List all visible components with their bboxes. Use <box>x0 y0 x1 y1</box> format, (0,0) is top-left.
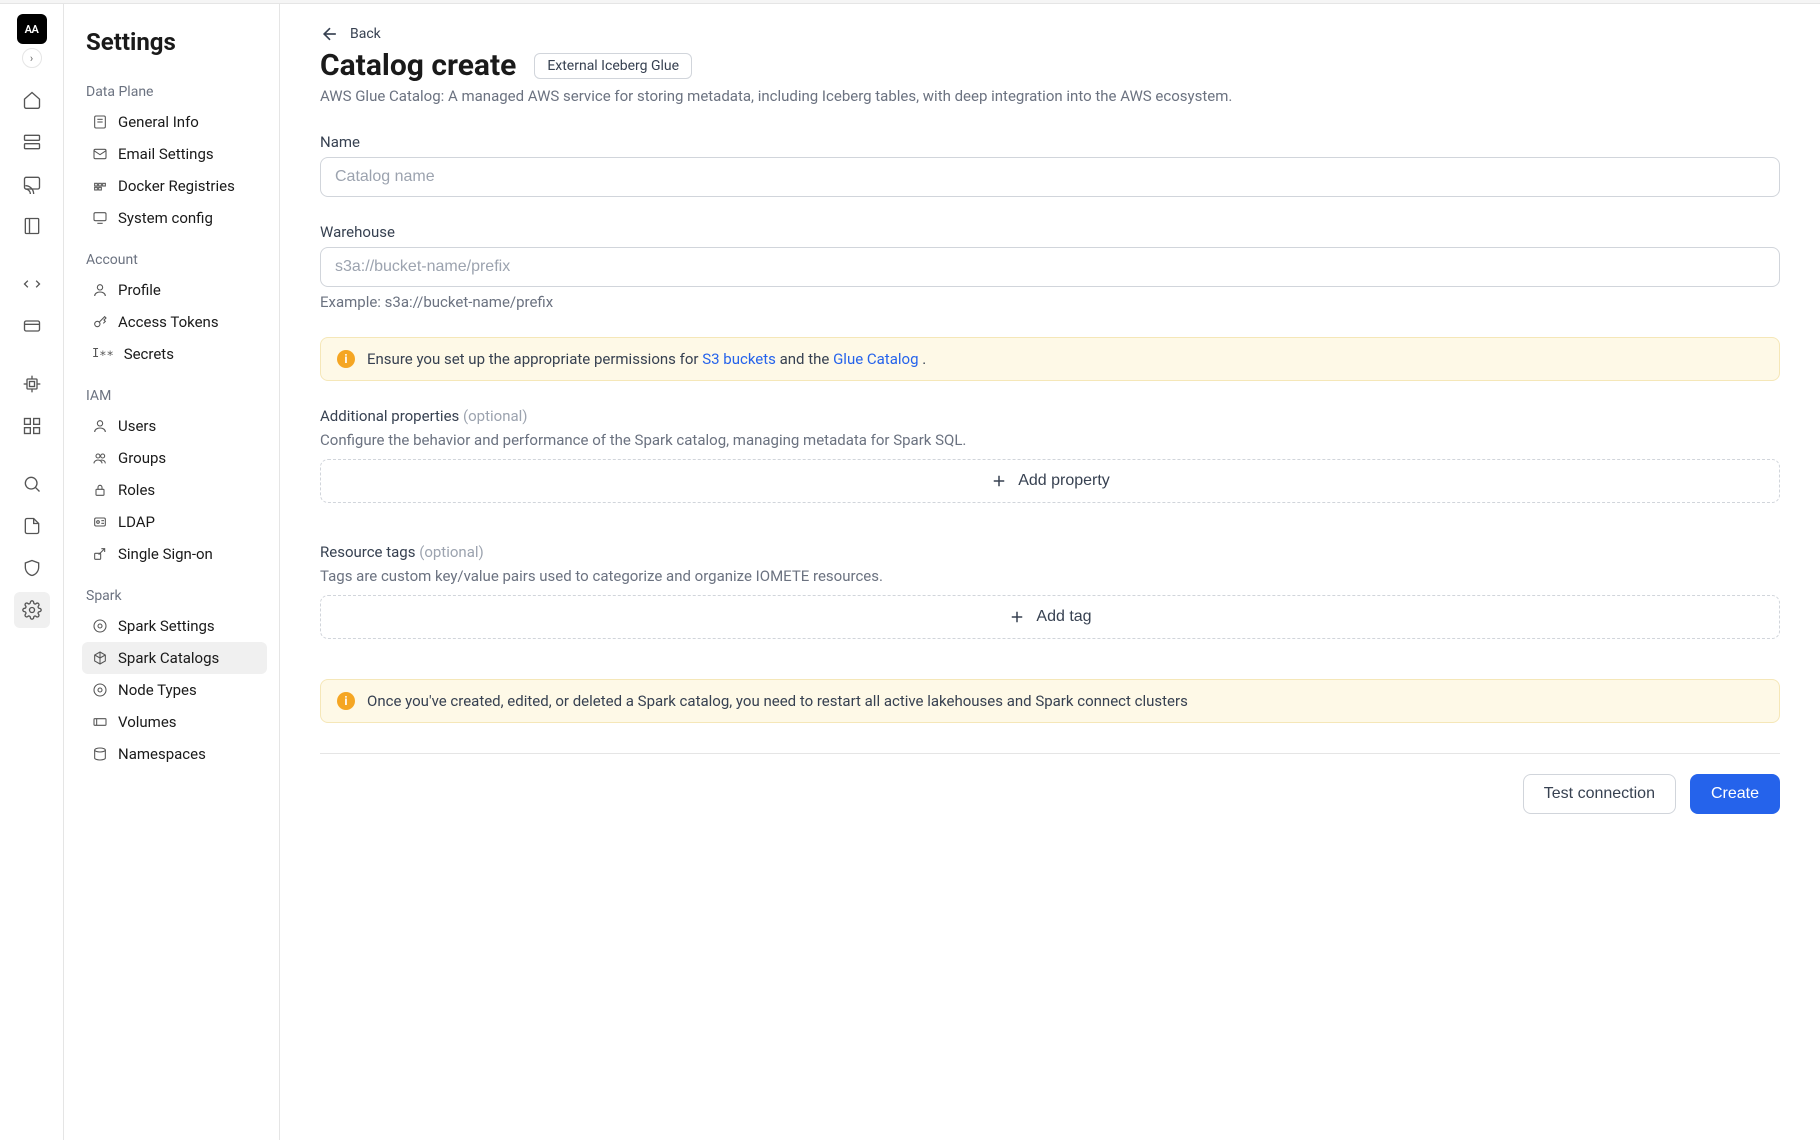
catalog-type-badge: External Iceberg Glue <box>534 53 692 79</box>
nav-label: Single Sign-on <box>118 545 213 563</box>
nav-label: Roles <box>118 481 155 499</box>
alert-text: Ensure you set up the appropriate permis… <box>367 350 926 368</box>
warehouse-input[interactable] <box>320 247 1780 287</box>
nav-label: Access Tokens <box>118 313 219 331</box>
app-logo: AA <box>17 14 47 44</box>
info-icon: i <box>337 350 355 368</box>
create-button[interactable]: Create <box>1690 774 1780 814</box>
test-connection-button[interactable]: Test connection <box>1523 774 1676 814</box>
nav-label: System config <box>118 209 213 227</box>
rail-apps-icon[interactable] <box>14 408 50 444</box>
rail-shield-icon[interactable] <box>14 550 50 586</box>
nav-profile[interactable]: Profile <box>82 274 267 306</box>
nav-groups[interactable]: Groups <box>82 442 267 474</box>
section-spark: Spark <box>86 588 267 604</box>
nav-spark-catalogs[interactable]: Spark Catalogs <box>82 642 267 674</box>
nav-label: Email Settings <box>118 145 214 163</box>
nav-general-info[interactable]: General Info <box>82 106 267 138</box>
expand-rail-button[interactable]: › <box>22 48 42 68</box>
footer-actions: Test connection Create <box>320 774 1780 814</box>
nav-label: Docker Registries <box>118 177 235 195</box>
rail-card-icon[interactable] <box>14 308 50 344</box>
nav-secrets[interactable]: I∗∗ Secrets <box>82 338 267 370</box>
tags-label: Resource tags (optional) <box>320 543 1780 561</box>
nav-label: Secrets <box>124 345 174 363</box>
nav-label: Profile <box>118 281 161 299</box>
rail-search-icon[interactable] <box>14 466 50 502</box>
link-glue-catalog[interactable]: Glue Catalog <box>833 350 918 368</box>
nav-access-tokens[interactable]: Access Tokens <box>82 306 267 338</box>
nav-label: Groups <box>118 449 166 467</box>
rail-home-icon[interactable] <box>14 82 50 118</box>
icon-rail: AA › <box>0 4 64 1140</box>
settings-title: Settings <box>82 28 267 56</box>
nav-label: Spark Settings <box>118 617 215 635</box>
plus-icon <box>1008 608 1026 626</box>
restart-alert: i Once you've created, edited, or delete… <box>320 679 1780 723</box>
section-iam: IAM <box>86 388 267 404</box>
nav-sso[interactable]: Single Sign-on <box>82 538 267 570</box>
plus-icon <box>990 472 1008 490</box>
nav-label: General Info <box>118 113 199 131</box>
back-link[interactable]: Back <box>320 24 1780 44</box>
mask-icon: I∗∗ <box>92 346 114 362</box>
nav-volumes[interactable]: Volumes <box>82 706 267 738</box>
nav-users[interactable]: Users <box>82 410 267 442</box>
nav-email-settings[interactable]: Email Settings <box>82 138 267 170</box>
rail-stack-icon[interactable] <box>14 124 50 160</box>
settings-sidebar: Settings Data Plane General Info Email S… <box>64 4 280 1140</box>
nav-ldap[interactable]: LDAP <box>82 506 267 538</box>
nav-label: Namespaces <box>118 745 206 763</box>
name-input[interactable] <box>320 157 1780 197</box>
tags-desc: Tags are custom key/value pairs used to … <box>320 567 1780 585</box>
props-desc: Configure the behavior and performance o… <box>320 431 1780 449</box>
info-icon: i <box>337 692 355 710</box>
nav-roles[interactable]: Roles <box>82 474 267 506</box>
main-content: Back Catalog create External Iceberg Glu… <box>280 4 1820 1140</box>
rail-file-icon[interactable] <box>14 508 50 544</box>
permissions-alert: i Ensure you set up the appropriate perm… <box>320 337 1780 381</box>
rail-code-icon[interactable] <box>14 266 50 302</box>
rail-settings-icon[interactable] <box>14 592 50 628</box>
nav-spark-settings[interactable]: Spark Settings <box>82 610 267 642</box>
warehouse-label: Warehouse <box>320 223 1780 241</box>
nav-label: Users <box>118 417 156 435</box>
nav-namespaces[interactable]: Namespaces <box>82 738 267 770</box>
nav-label: Node Types <box>118 681 197 699</box>
back-label: Back <box>350 26 381 42</box>
nav-label: LDAP <box>118 513 155 531</box>
nav-label: Spark Catalogs <box>118 649 219 667</box>
nav-system-config[interactable]: System config <box>82 202 267 234</box>
arrow-left-icon <box>320 24 340 44</box>
add-tag-button[interactable]: Add tag <box>320 595 1780 639</box>
add-tag-label: Add tag <box>1036 608 1091 626</box>
warehouse-help: Example: s3a://bucket-name/prefix <box>320 293 1780 311</box>
footer-divider <box>320 753 1780 754</box>
add-property-label: Add property <box>1018 472 1110 490</box>
name-label: Name <box>320 133 1780 151</box>
alert-text: Once you've created, edited, or deleted … <box>367 692 1188 710</box>
nav-label: Volumes <box>118 713 177 731</box>
add-property-button[interactable]: Add property <box>320 459 1780 503</box>
link-s3-buckets[interactable]: S3 buckets <box>702 350 776 368</box>
rail-notebook-icon[interactable] <box>14 208 50 244</box>
rail-cast-icon[interactable] <box>14 166 50 202</box>
nav-docker-registries[interactable]: Docker Registries <box>82 170 267 202</box>
section-data-plane: Data Plane <box>86 84 267 100</box>
props-label: Additional properties (optional) <box>320 407 1780 425</box>
rail-cpu-icon[interactable] <box>14 366 50 402</box>
page-title: Catalog create <box>320 48 516 83</box>
section-account: Account <box>86 252 267 268</box>
page-description: AWS Glue Catalog: A managed AWS service … <box>320 87 1780 105</box>
nav-node-types[interactable]: Node Types <box>82 674 267 706</box>
